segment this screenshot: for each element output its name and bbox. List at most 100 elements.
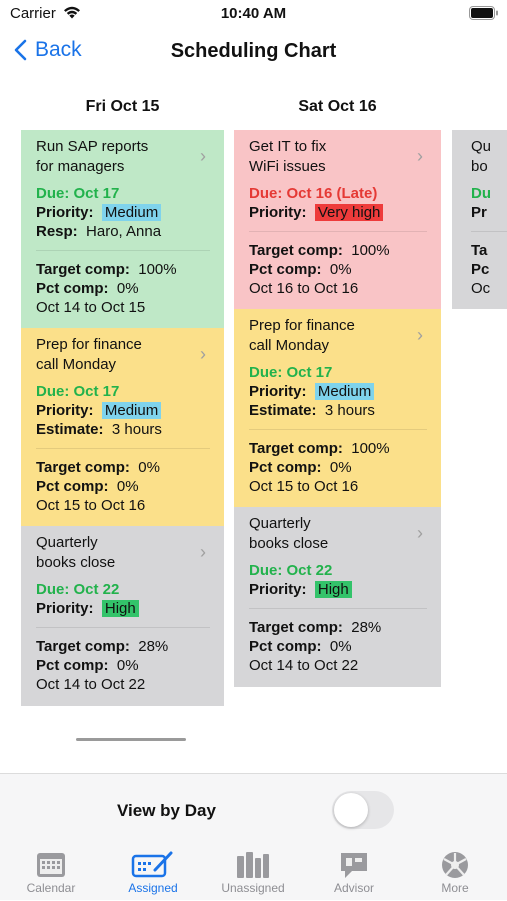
- priority-label: Priority:: [36, 204, 94, 221]
- target-label: Ta: [471, 242, 488, 259]
- task-title: Quarterly books close: [249, 515, 329, 552]
- priority-badge: High: [101, 600, 139, 617]
- priority-label: Priority:: [249, 204, 307, 221]
- tab-bar: Calendar Assigned Unassigned Advisor Mor…: [0, 849, 507, 901]
- horizontal-scrollbar[interactable]: [76, 738, 186, 741]
- chevron-right-icon: ›: [417, 146, 423, 166]
- chevron-right-icon: ›: [200, 344, 206, 364]
- pct-label: Pct comp:: [36, 478, 109, 495]
- divider: [36, 250, 210, 251]
- task-title: Qu bo: [471, 138, 492, 175]
- priority-badge: Very high: [314, 204, 384, 221]
- pct-label: Pct comp:: [249, 459, 322, 476]
- target-value: 0%: [138, 459, 160, 476]
- tab-label: Assigned: [128, 881, 178, 895]
- pct-value: 0%: [329, 261, 352, 278]
- date-range: Oc: [471, 280, 491, 297]
- chevron-right-icon: ›: [200, 542, 206, 562]
- tab-assigned[interactable]: Assigned: [108, 849, 198, 895]
- due-date: Due: Oct 16 (Late): [249, 185, 378, 202]
- target-label: Target comp:: [249, 440, 343, 457]
- due-date: Due: Oct 22: [36, 581, 120, 598]
- pct-value: 0%: [116, 478, 139, 495]
- tab-calendar[interactable]: Calendar: [6, 849, 96, 895]
- bottom-panel: View by Day Calendar Assigned Unassigned…: [0, 773, 507, 900]
- date-range: Oct 14 to Oct 22: [36, 676, 146, 693]
- clock: 10:40 AM: [220, 5, 287, 22]
- due-date: Due: Oct 17: [36, 383, 120, 400]
- task-title: Get IT to fix WiFi issues: [249, 138, 327, 175]
- tab-label: More: [441, 881, 469, 895]
- divider: [36, 448, 210, 449]
- pct-value: 0%: [329, 638, 352, 655]
- due-date: Due: Oct 22: [249, 562, 333, 579]
- advisor-icon: [309, 849, 399, 881]
- task-card[interactable]: Get IT to fix WiFi issues › Due: Oct 16 (…: [234, 130, 441, 309]
- divider: [471, 231, 507, 232]
- assigned-icon: [108, 849, 198, 881]
- task-card[interactable]: Qu bo Du Pr Ta Pc Oc: [452, 130, 507, 309]
- chevron-right-icon: ›: [200, 146, 206, 166]
- target-value: 100%: [351, 440, 390, 457]
- target-label: Target comp:: [249, 619, 343, 636]
- day-header-sat: Sat Oct 16: [298, 98, 377, 115]
- pct-label: Pc: [471, 261, 490, 278]
- pct-label: Pct comp:: [36, 280, 109, 297]
- target-label: Target comp:: [36, 261, 130, 278]
- tab-advisor[interactable]: Advisor: [309, 849, 399, 895]
- date-range: Oct 15 to Oct 16: [249, 478, 359, 495]
- resp-label: Resp:: [36, 223, 78, 240]
- date-range: Oct 14 to Oct 15: [36, 299, 146, 316]
- task-card[interactable]: Prep for finance call Monday › Due: Oct 1…: [234, 309, 441, 507]
- divider: [249, 231, 427, 232]
- task-title: Prep for finance call Monday: [249, 317, 355, 354]
- due-date: Du: [471, 185, 491, 202]
- divider: [249, 429, 427, 430]
- tab-unassigned[interactable]: Unassigned: [208, 849, 298, 895]
- page-title: Scheduling Chart: [170, 40, 337, 62]
- date-range: Oct 14 to Oct 22: [249, 657, 359, 674]
- divider: [36, 627, 210, 628]
- priority-badge: Medium: [101, 402, 162, 419]
- estimate-label: Estimate:: [249, 402, 317, 419]
- task-title: Quarterly books close: [36, 534, 116, 571]
- target-label: Target comp:: [249, 242, 343, 259]
- priority-label: Priority:: [249, 383, 307, 400]
- more-icon: [410, 849, 500, 881]
- tab-label: Advisor: [333, 881, 374, 895]
- estimate-value: 3 hours: [111, 421, 162, 438]
- nav-bar: Back Scheduling Chart: [0, 30, 507, 76]
- unassigned-icon: [208, 849, 298, 881]
- pct-value: 0%: [116, 657, 139, 674]
- pct-label: Pct comp:: [249, 638, 322, 655]
- target-value: 28%: [138, 638, 169, 655]
- task-card[interactable]: Quarterly books close › Due: Oct 22 Prior…: [234, 507, 441, 687]
- tab-more[interactable]: More: [410, 849, 500, 895]
- calendar-icon: [6, 849, 96, 881]
- chevron-right-icon: ›: [417, 325, 423, 345]
- task-card[interactable]: Run SAP reports for managers › Due: Oct 1…: [21, 130, 224, 328]
- target-value: 28%: [351, 619, 382, 636]
- date-range: Oct 15 to Oct 16: [36, 497, 146, 514]
- due-date: Due: Oct 17: [249, 364, 333, 381]
- day-column-sat: Get IT to fix WiFi issues › Due: Oct 16 (…: [234, 130, 441, 687]
- estimate-value: 3 hours: [324, 402, 375, 419]
- priority-label: Priority:: [249, 581, 307, 598]
- view-by-day-toggle[interactable]: [332, 791, 394, 829]
- day-header-fri: Fri Oct 15: [85, 98, 160, 115]
- toggle-knob: [334, 793, 368, 827]
- priority-label: Priority:: [36, 600, 94, 617]
- priority-label: Pr: [471, 204, 487, 221]
- task-card[interactable]: Quarterly books close › Due: Oct 22 Prior…: [21, 526, 224, 706]
- priority-badge: Medium: [101, 204, 162, 221]
- target-label: Target comp:: [36, 459, 130, 476]
- tab-label: Unassigned: [221, 881, 285, 895]
- battery-icon: [469, 6, 499, 20]
- resp-value: Haro, Anna: [86, 223, 162, 240]
- pct-value: 0%: [329, 459, 352, 476]
- priority-label: Priority:: [36, 402, 94, 419]
- task-title: Prep for finance call Monday: [36, 336, 142, 373]
- task-card[interactable]: Prep for finance call Monday › Due: Oct 1…: [21, 328, 224, 526]
- view-by-day-label: View by Day: [117, 801, 216, 820]
- day-column-partial: Qu bo Du Pr Ta Pc Oc: [452, 130, 507, 309]
